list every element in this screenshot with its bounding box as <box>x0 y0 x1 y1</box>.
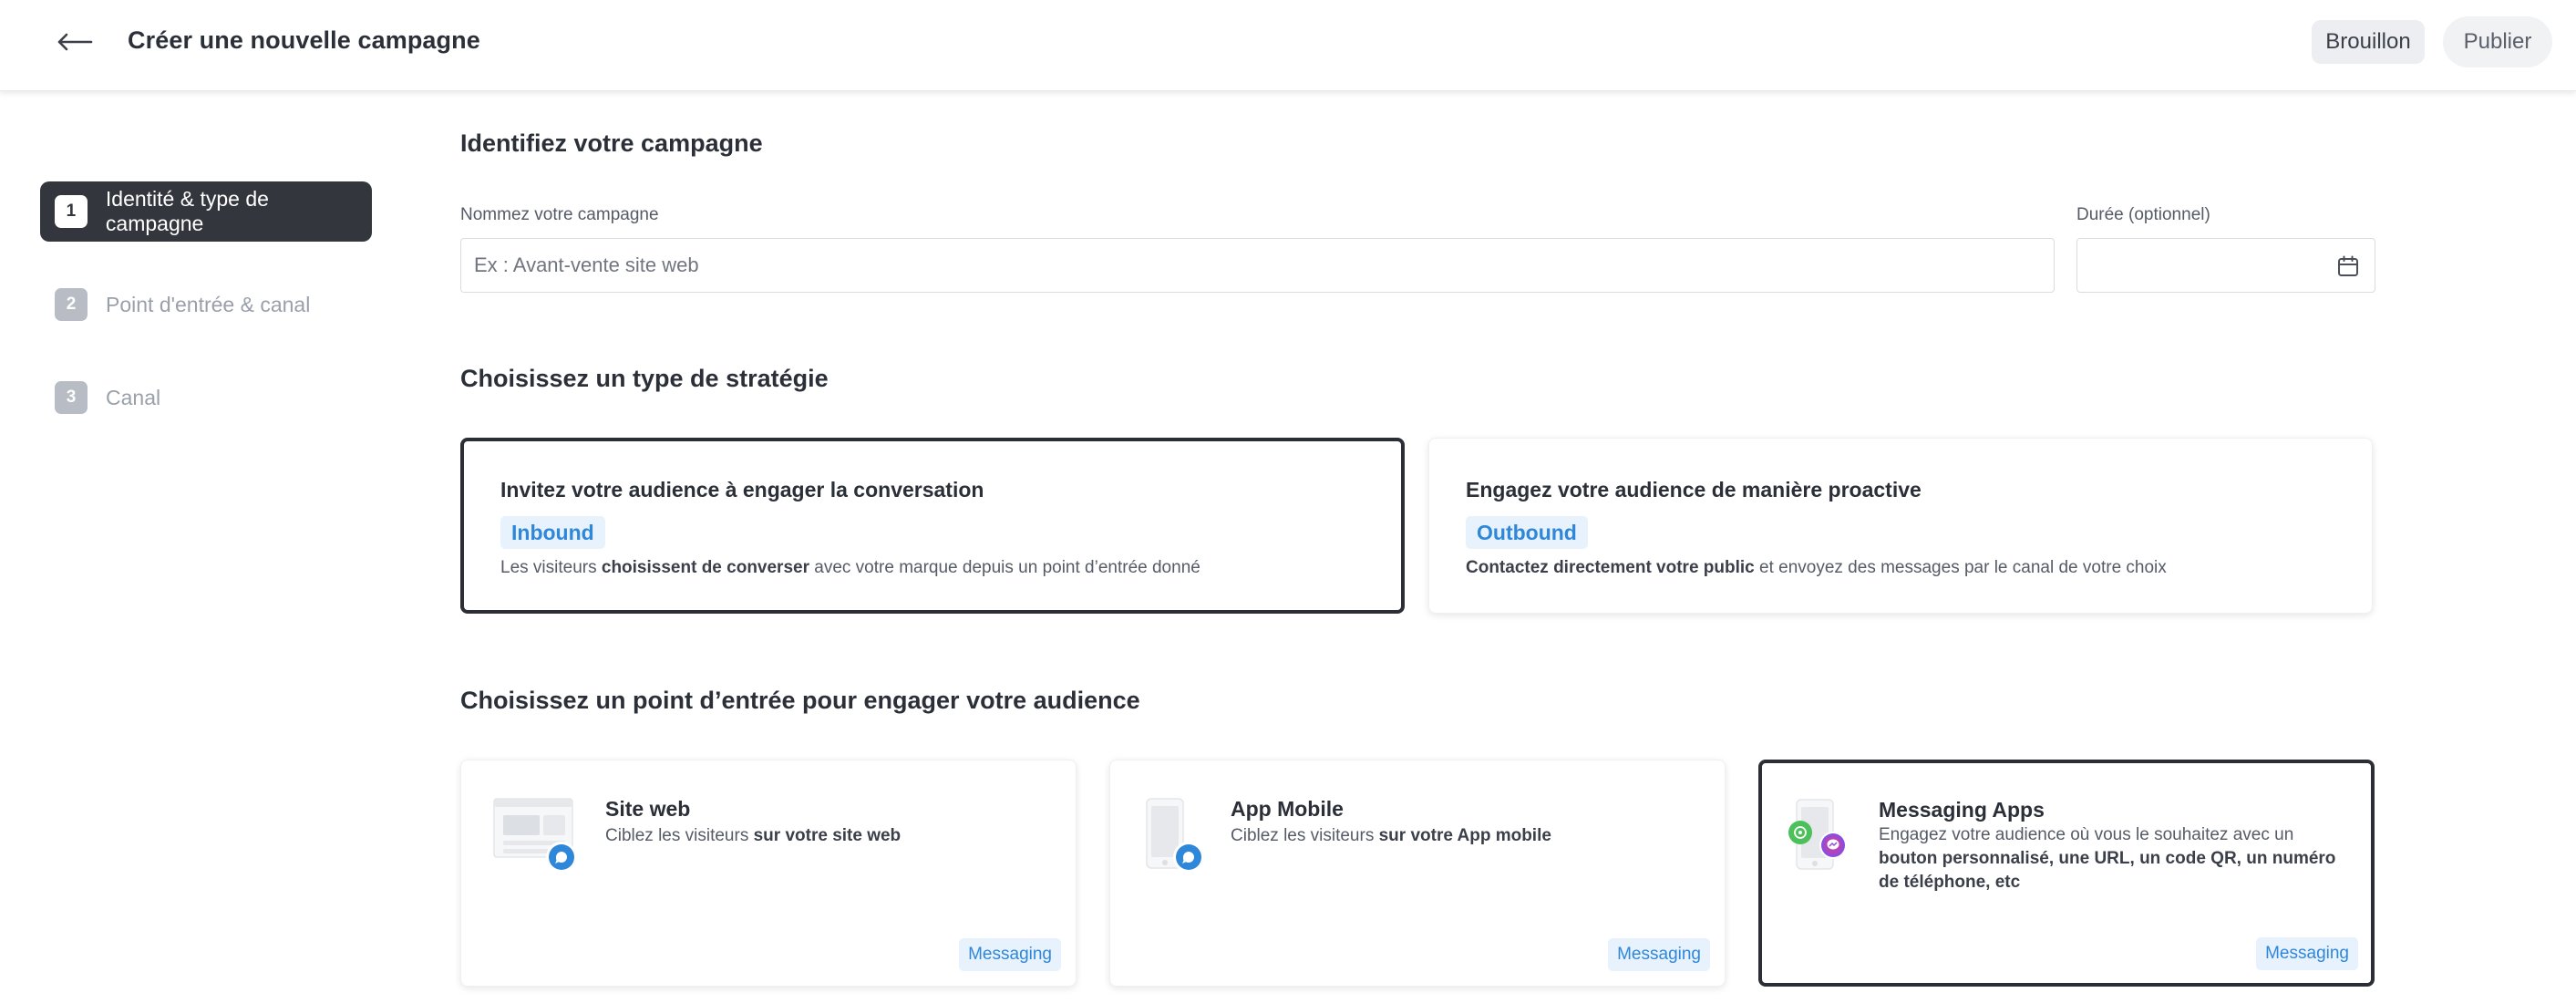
outbound-badge: Outbound <box>1466 516 1588 549</box>
back-button[interactable] <box>51 22 98 62</box>
strategy-title: Invitez votre audience à engager la conv… <box>500 478 984 502</box>
campaign-name-label: Nommez votre campagne <box>460 205 659 224</box>
entry-card-website[interactable]: Site web Ciblez les visiteurs sur votre … <box>460 760 1077 987</box>
entry-card-messaging-apps[interactable]: Messaging Apps Engagez votre audience où… <box>1758 760 2375 987</box>
duration-label: Durée (optionnel) <box>2076 205 2210 224</box>
step-label: Identité & type de campagne <box>105 187 269 235</box>
step-channel[interactable]: 3 Canal <box>40 367 372 428</box>
step-entry-point-channel[interactable]: 2 Point d'entrée & canal <box>40 274 372 335</box>
strategy-description: Les visiteurs choisissent de converser a… <box>500 558 1200 577</box>
entry-title: App Mobile <box>1231 797 1344 821</box>
step-label: Point d'entrée & canal <box>106 292 311 316</box>
entry-title: Site web <box>605 797 691 821</box>
step-label: Canal <box>106 385 161 409</box>
messaging-badge: Messaging <box>959 938 1061 971</box>
page-title: Créer une nouvelle campagne <box>128 26 480 54</box>
website-illustration-icon <box>493 798 577 873</box>
mobile-app-illustration-icon <box>1146 798 1204 873</box>
identity-heading: Identifiez votre campagne <box>460 129 763 157</box>
step-number: 3 <box>55 381 88 414</box>
step-identity-type[interactable]: 1 Identité & type de campagne <box>40 181 372 242</box>
entry-description: Engagez votre audience où vous le souhai… <box>1879 825 2336 892</box>
strategy-title: Engagez votre audience de manière proact… <box>1466 478 1922 502</box>
messaging-badge: Messaging <box>1608 938 1710 971</box>
entry-title: Messaging Apps <box>1879 798 2045 822</box>
inbound-badge: Inbound <box>500 516 605 549</box>
entry-description: Ciblez les visiteurs sur votre App mobil… <box>1231 826 1551 845</box>
strategy-card-inbound[interactable]: Invitez votre audience à engager la conv… <box>460 438 1405 614</box>
messaging-badge: Messaging <box>2256 937 2358 970</box>
publish-button[interactable]: Publier <box>2443 16 2552 67</box>
arrow-left-icon <box>57 33 93 51</box>
duration-date-input[interactable] <box>2076 238 2375 293</box>
campaign-name-input[interactable]: Ex : Avant-vente site web <box>460 238 2055 293</box>
campaign-name-placeholder: Ex : Avant-vente site web <box>474 253 699 276</box>
entry-description: Ciblez les visiteurs sur votre site web <box>605 826 902 845</box>
draft-button[interactable]: Brouillon <box>2312 20 2425 64</box>
strategy-card-outbound[interactable]: Engagez votre audience de manière proact… <box>1428 438 2373 614</box>
strategy-heading: Choisissez un type de stratégie <box>460 365 829 392</box>
step-number: 1 <box>55 195 88 228</box>
messaging-apps-illustration-icon <box>1788 799 1847 870</box>
entry-card-mobile-app[interactable]: App Mobile Ciblez les visiteurs sur votr… <box>1109 760 1726 987</box>
calendar-icon[interactable] <box>2336 254 2360 278</box>
entry-point-heading: Choisissez un point d’entrée pour engage… <box>460 687 1140 714</box>
strategy-description: Contactez directement votre public et en… <box>1466 558 2167 577</box>
top-bar: Créer une nouvelle campagne Brouillon Pu… <box>0 0 2576 91</box>
step-number: 2 <box>55 288 88 321</box>
